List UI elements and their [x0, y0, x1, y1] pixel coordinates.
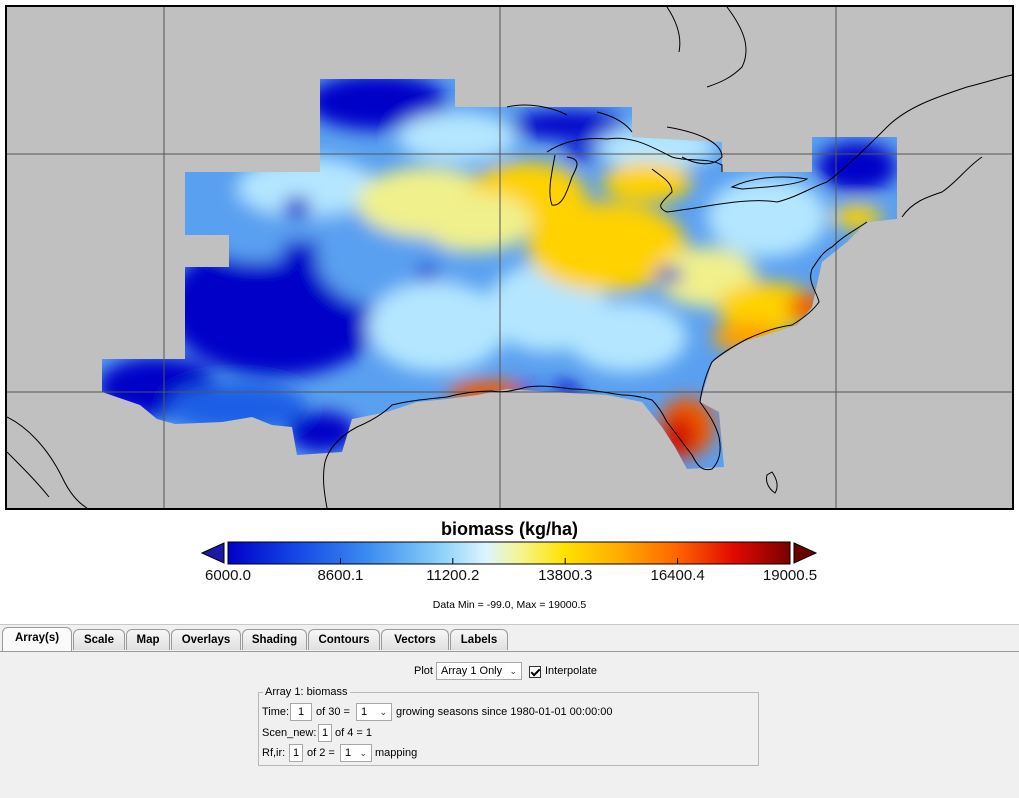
rfir-select[interactable]: 1 ⌄: [340, 744, 372, 762]
colorbar-tick-label: 16400.4: [650, 567, 705, 584]
time-label: Time:: [262, 706, 290, 718]
tab-contours[interactable]: Contours: [308, 629, 380, 650]
data-range-text: Data Min = -99.0, Max = 19000.5: [432, 599, 587, 611]
scen-of-text: of 4 = 1: [335, 727, 373, 739]
rfir-select-value: 1: [345, 747, 352, 759]
colorbar-tick-label: 6000.0: [205, 567, 251, 584]
colorbar-low-arrow: [200, 542, 225, 564]
rfir-index-input[interactable]: 1: [289, 744, 303, 762]
tab-vectors[interactable]: Vectors: [381, 629, 449, 650]
chevron-down-icon: ⌄: [359, 748, 367, 758]
colorbar-tick-label: 8600.1: [317, 567, 364, 584]
interpolate-label: Interpolate: [545, 665, 597, 677]
colorbar-title: biomass (kg/ha): [440, 519, 579, 539]
biomass-map: [7, 7, 1012, 508]
time-of-text: of 30 =: [316, 706, 350, 718]
colorbar: [200, 541, 818, 565]
plot-label: Plot: [414, 665, 433, 677]
shading-patch: [602, 162, 692, 202]
chevron-down-icon: ⌄: [509, 666, 517, 676]
time-select[interactable]: 1 ⌄: [356, 703, 392, 721]
scen-label: Scen_new:: [262, 727, 317, 739]
scen-index-input[interactable]: 1: [318, 724, 332, 742]
shading-patch: [655, 267, 683, 283]
time-select-value: 1: [361, 706, 368, 718]
rfir-label: Rf,ir:: [262, 747, 286, 759]
array-group-title: Array 1: biomass: [263, 686, 350, 698]
map-panel[interactable]: [5, 5, 1014, 510]
colorbar-gradient: [227, 541, 791, 565]
shading-patch: [281, 240, 313, 264]
rfir-of-text: of 2 =: [307, 747, 335, 759]
chevron-down-icon: ⌄: [379, 707, 387, 717]
time-index-input[interactable]: 1: [290, 703, 312, 721]
interpolate-checkbox[interactable]: [529, 666, 541, 678]
colorbar-tick-label: 19000.5: [762, 567, 818, 584]
tab-overlays[interactable]: Overlays: [171, 629, 241, 650]
tab-divider: [0, 651, 1019, 652]
plot-select-value: Array 1 Only: [441, 665, 503, 677]
shading-patch: [417, 264, 437, 280]
time-units-text: growing seasons since 1980-01-01 00:00:0…: [396, 706, 613, 718]
tab-bar: Array(s) Scale Map Overlays Shading Contours V…: [0, 627, 1019, 652]
colorbar-high-arrow: [793, 542, 818, 564]
shading-patch: [283, 197, 311, 217]
colorbar-tick-label: 13800.3: [538, 567, 593, 584]
shading-patch: [707, 177, 827, 257]
shading-patch: [422, 192, 532, 252]
shading-patch: [367, 282, 507, 372]
tab-map[interactable]: Map: [126, 629, 170, 650]
tab-labels[interactable]: Labels: [450, 629, 508, 650]
shading-patch: [567, 302, 687, 372]
tab-shading[interactable]: Shading: [242, 629, 307, 650]
rfir-units-text: mapping: [375, 747, 418, 759]
plot-select[interactable]: Array 1 Only ⌄: [436, 662, 522, 680]
tab-array-s[interactable]: Array(s): [2, 627, 72, 652]
tab-scale[interactable]: Scale: [73, 629, 125, 650]
shading-patch: [817, 142, 897, 192]
colorbar-tick-label: 11200.2: [426, 567, 480, 584]
